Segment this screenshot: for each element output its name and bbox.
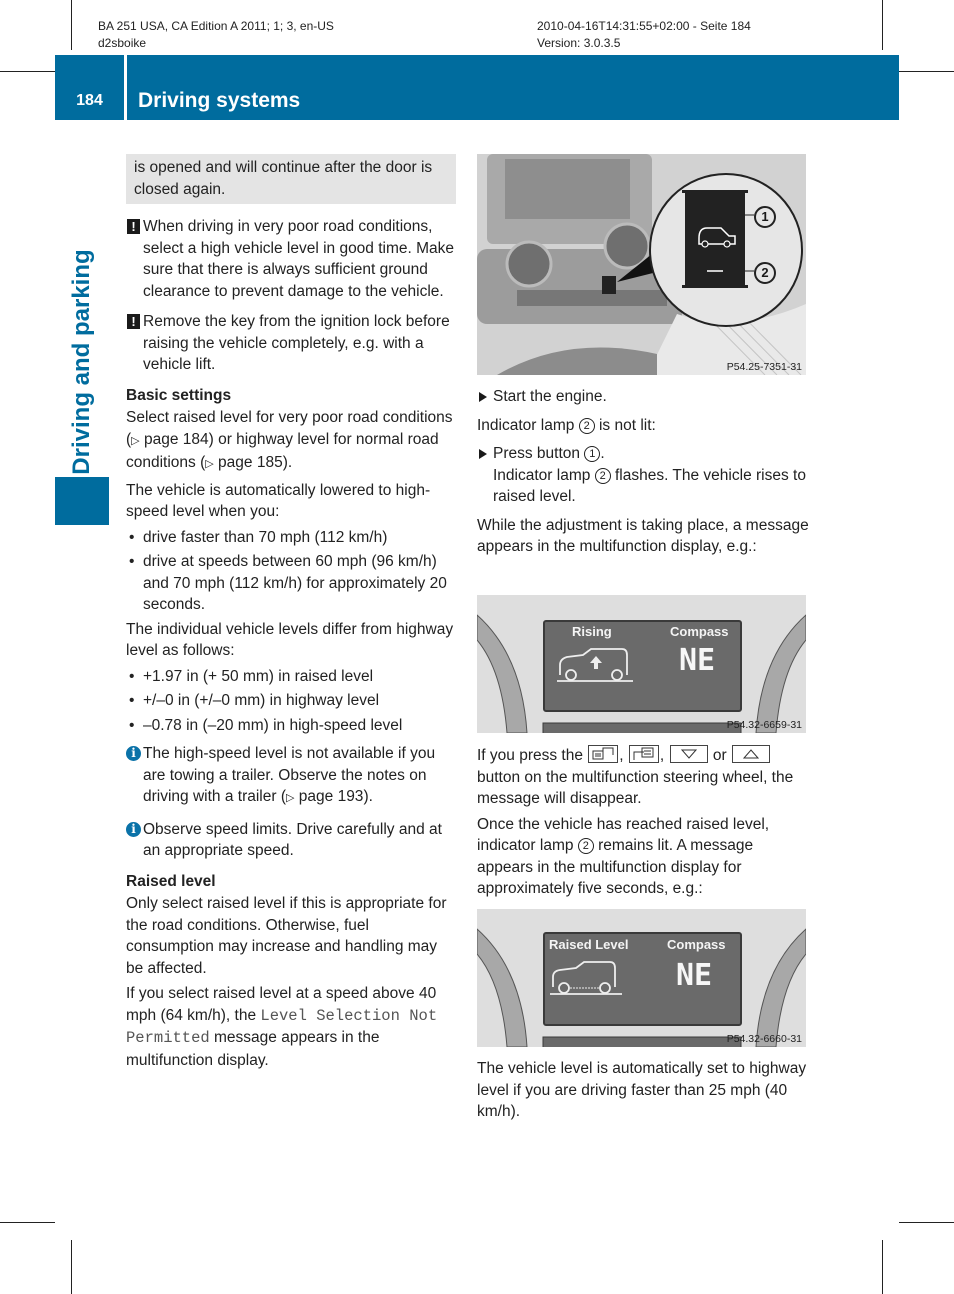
- info-icon: i: [126, 746, 141, 761]
- vehicle-raised-icon: [550, 961, 622, 995]
- callout-ref-2: 2: [578, 417, 595, 434]
- continuation-note: is opened and will continue after the do…: [126, 154, 456, 204]
- warning-note: ! Remove the key from the ignition lock …: [126, 311, 456, 376]
- callout-ref-2: 2: [577, 838, 594, 854]
- info-icon: i: [126, 821, 141, 837]
- text: If you press the: [477, 747, 588, 764]
- list-item: drive at speeds between 60 mph (96 km/h)…: [126, 551, 456, 616]
- page-ref-icon: ▷: [286, 792, 295, 804]
- page-ref-link[interactable]: page 184: [144, 431, 209, 448]
- condition-text: Indicator lamp 2 is not lit:: [477, 415, 809, 437]
- reached-level-para: Once the vehicle has reached raised leve…: [477, 814, 809, 900]
- basic-settings-para: Select raised level for very poor road c…: [126, 407, 456, 476]
- list-item: –0.78 in (–20 mm) in high-speed level: [126, 715, 456, 737]
- side-tab-marker: [55, 477, 109, 525]
- section-title: Driving systems: [138, 89, 301, 112]
- page-number: 184: [76, 92, 103, 109]
- raised-level-speed-para: If you select raised level at a speed ab…: [126, 983, 456, 1071]
- warning-icon: !: [127, 219, 140, 234]
- text: or: [708, 747, 731, 764]
- side-tab-label: Driving and parking: [68, 249, 95, 475]
- adjustment-para: While the adjustment is taking place, a …: [477, 516, 809, 556]
- levels-para: The individual vehicle levels differ fro…: [126, 620, 454, 660]
- text: is not lit:: [594, 416, 656, 434]
- down-arrow-button-icon: [669, 745, 708, 763]
- crop-mark: [882, 1240, 883, 1294]
- print-meta-right: 2010-04-16T14:31:55+02:00 - Seite 184 Ve…: [537, 18, 751, 52]
- print-meta-right-line1: 2010-04-16T14:31:55+02:00 - Seite 184: [537, 19, 751, 33]
- print-meta-right-line2: Version: 3.0.3.5: [537, 36, 621, 50]
- list-item: +1.97 in (+ 50 mm) in raised level: [126, 666, 456, 688]
- heading-raised-level: Raised level: [126, 872, 216, 890]
- callout-2: 2: [754, 262, 776, 284]
- vehicle-rising-icon: [557, 648, 633, 682]
- page-ref-icon: ▷: [205, 458, 214, 470]
- warning-text: When driving in very poor road condition…: [143, 218, 455, 300]
- step-start-engine: Start the engine.: [477, 386, 809, 408]
- auto-lower-para: The vehicle is automatically lowered to …: [126, 481, 431, 521]
- text: ).: [363, 788, 373, 805]
- right-column-bottom: The vehicle level is automatically set t…: [477, 1058, 809, 1127]
- crop-mark: [0, 1222, 55, 1223]
- up-arrow-button-icon: [731, 745, 770, 763]
- crop-mark: [899, 71, 954, 72]
- text: Observe speed limits. Drive carefully an…: [143, 820, 442, 860]
- figure-label: P54.32-6660-31: [726, 1033, 802, 1045]
- info-note: i The high-speed level is not available …: [126, 743, 456, 810]
- print-meta-left-line2: d2sboike: [98, 36, 147, 50]
- crop-mark: [882, 0, 883, 50]
- display-status: Raised Level: [549, 937, 629, 952]
- text: Start the engine.: [493, 388, 607, 405]
- print-meta-left-line1: BA 251 USA, CA Edition A 2011; 1; 3, en-…: [98, 19, 334, 33]
- step-arrow-icon: [479, 449, 487, 459]
- figure-label: P54.25-7351-31: [726, 361, 802, 373]
- text: .: [600, 445, 605, 462]
- raised-level-para: Only select raised level if this is appr…: [126, 895, 447, 977]
- display-compass-value: NE: [676, 958, 713, 993]
- display-compass-label: Compass: [670, 624, 729, 639]
- text: Indicator lamp: [477, 416, 579, 434]
- list-item: +/–0 in (+/–0 mm) in highway level: [126, 690, 456, 712]
- display-compass-label: Compass: [667, 937, 726, 952]
- step-press-button: Press button 1. Indicator lamp 2 flashes…: [477, 443, 809, 508]
- list-item: drive faster than 70 mph (112 km/h): [126, 527, 456, 549]
- page-ref-icon: ▷: [131, 434, 140, 447]
- crop-mark: [899, 1222, 954, 1223]
- print-meta-left: BA 251 USA, CA Edition A 2011; 1; 3, en-…: [98, 18, 334, 52]
- info-note: i Observe speed limits. Drive carefully …: [126, 819, 456, 862]
- text: Indicator lamp: [493, 466, 595, 484]
- press-buttons-para: If you press the , , or button on the mu…: [477, 745, 809, 810]
- text: ,: [659, 747, 669, 764]
- page-ref-link[interactable]: page 193: [299, 788, 364, 805]
- page-ref-link[interactable]: page 185: [218, 454, 283, 471]
- crop-mark: [71, 0, 72, 50]
- right-column-middle: If you press the , , or button on the mu…: [477, 745, 809, 904]
- callout-ref-2: 2: [594, 467, 611, 484]
- step-arrow-icon: [479, 392, 487, 402]
- figure-display-rising: Rising Compass NE P54.32-6659-31: [477, 595, 806, 733]
- figure-center-console: 1 2 P54.25-7351-31: [477, 154, 806, 375]
- text: Press button: [493, 445, 585, 462]
- right-column: Start the engine. Indicator lamp 2 is no…: [477, 386, 809, 562]
- header-divider: [124, 55, 127, 120]
- figure-display-raised-level: Raised Level Compass NE P54.32-6660-31: [477, 909, 806, 1047]
- display-compass-value: NE: [679, 643, 716, 678]
- warning-text: Remove the key from the ignition lock be…: [143, 313, 450, 373]
- text: ,: [619, 747, 628, 764]
- display-forward-button-icon: [628, 745, 659, 763]
- warning-note: ! When driving in very poor road conditi…: [126, 216, 456, 302]
- left-column: is opened and will continue after the do…: [126, 154, 456, 1075]
- crop-mark: [71, 1240, 72, 1294]
- crop-mark: [0, 71, 55, 72]
- auto-highway-para: The vehicle level is automatically set t…: [477, 1060, 807, 1120]
- display-back-button-icon: [588, 745, 619, 763]
- callout-ref-1: 1: [584, 446, 601, 462]
- figure-label: P54.32-6659-31: [726, 719, 802, 731]
- heading-basic-settings: Basic settings: [126, 386, 232, 404]
- text: ).: [282, 454, 293, 471]
- display-status: Rising: [572, 624, 612, 639]
- warning-icon: !: [127, 314, 140, 329]
- callout-1: 1: [754, 206, 776, 228]
- text: button on the multifunction steering whe…: [477, 768, 794, 808]
